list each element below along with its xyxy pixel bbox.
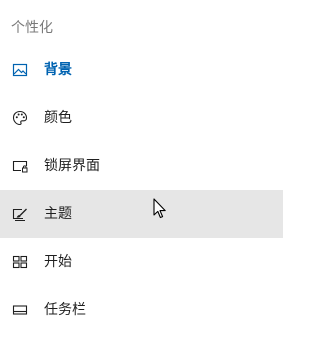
nav-list: 背景 颜色 锁屏界面 主题 开始 任务栏 <box>0 46 283 334</box>
nav-item-label: 开始 <box>44 254 72 270</box>
nav-item-label: 主题 <box>44 206 72 222</box>
nav-item-taskbar[interactable]: 任务栏 <box>0 286 283 334</box>
start-icon <box>12 254 28 270</box>
nav-item-label: 颜色 <box>44 110 72 126</box>
lock-screen-icon <box>12 158 28 174</box>
nav-item-lock-screen[interactable]: 锁屏界面 <box>0 142 283 190</box>
section-title: 个性化 <box>11 20 53 36</box>
nav-item-label: 锁屏界面 <box>44 158 100 174</box>
nav-item-label: 背景 <box>44 62 72 78</box>
taskbar-icon <box>12 302 28 318</box>
nav-item-start[interactable]: 开始 <box>0 238 283 286</box>
mouse-cursor-icon <box>153 198 166 219</box>
theme-icon <box>12 206 28 222</box>
nav-item-colors[interactable]: 颜色 <box>0 94 283 142</box>
nav-item-label: 任务栏 <box>44 302 86 318</box>
nav-item-background[interactable]: 背景 <box>0 46 283 94</box>
image-icon <box>12 62 28 78</box>
nav-item-themes[interactable]: 主题 <box>0 190 283 238</box>
palette-icon <box>12 110 28 126</box>
personalization-nav-panel: 个性化 背景 颜色 锁屏界面 主题 开始 任务栏 <box>0 0 283 348</box>
